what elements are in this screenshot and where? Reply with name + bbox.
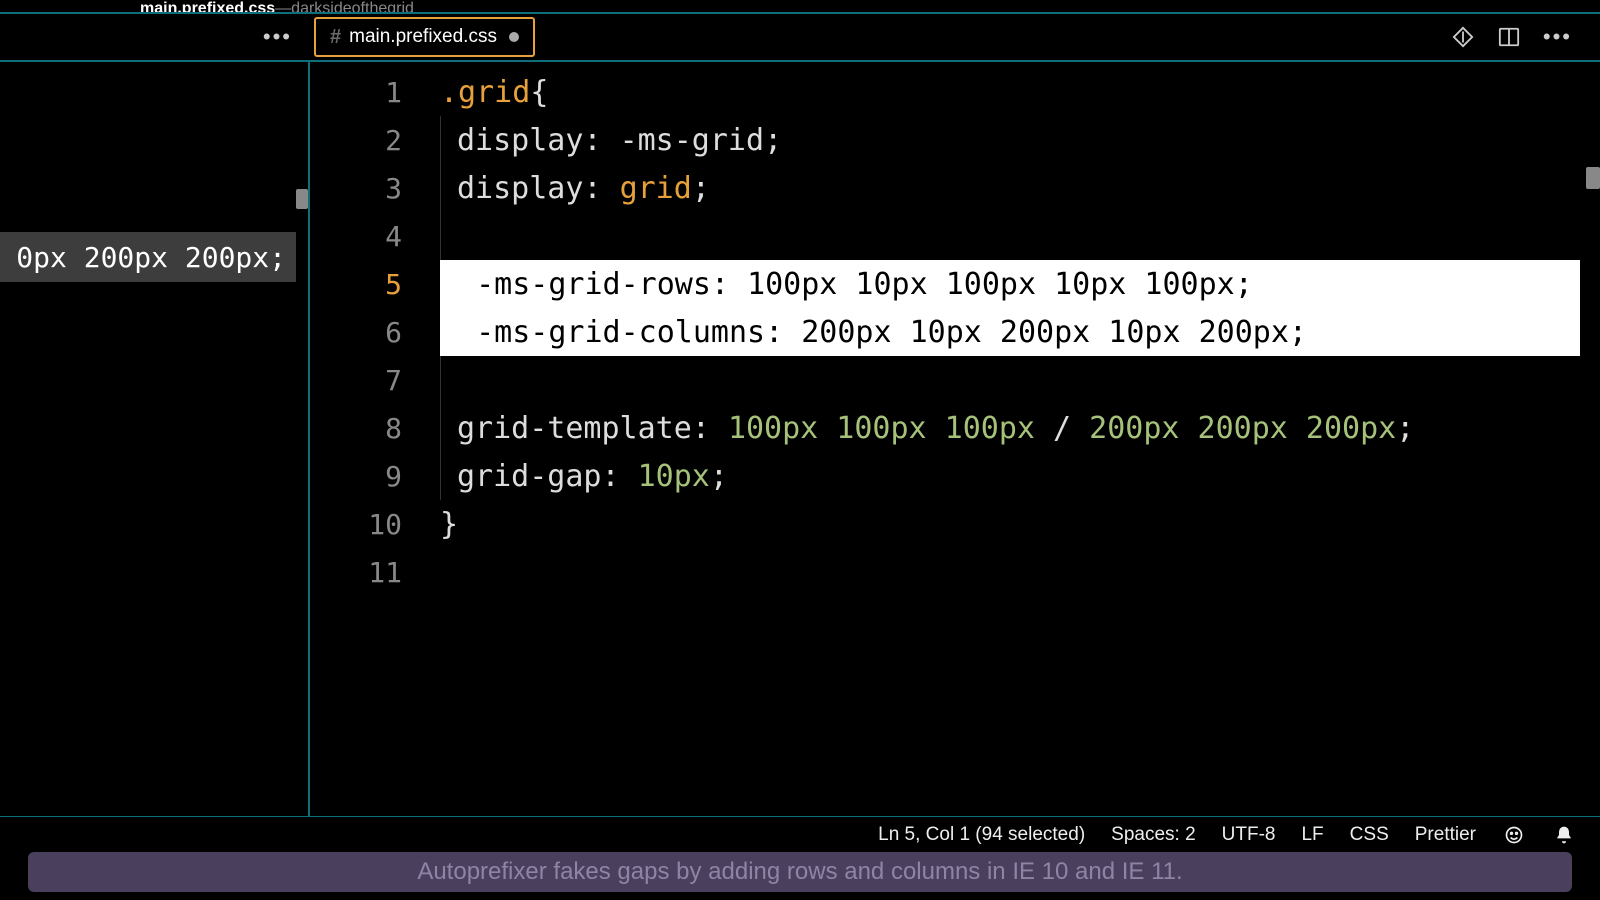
tok-value: 10px (638, 459, 710, 494)
tab-bar-right: ••• (1451, 24, 1600, 50)
line-number[interactable]: 6 (310, 308, 420, 356)
side-panel: 0px 200px 200px; (0, 62, 310, 816)
more-actions-icon[interactable]: ••• (263, 24, 292, 50)
tok-colon: : (583, 171, 619, 206)
unsaved-dot-icon (509, 32, 519, 42)
tok-property: display (457, 171, 583, 206)
tok-property: -ms-grid-rows (476, 267, 711, 302)
file-type-icon: # (330, 26, 341, 49)
status-indent[interactable]: Spaces: 2 (1111, 824, 1196, 846)
code-line[interactable]: grid-template : 100px 100px 100px / 200p… (440, 404, 1580, 452)
main-area: 0px 200px 200px; 1 2 3 4 5 6 7 8 9 10 11… (0, 62, 1600, 816)
tok-brace: } (440, 507, 458, 542)
tok-semicolon: ; (1396, 411, 1414, 446)
tok-slash: / (1035, 411, 1089, 446)
tok-property: grid-template (457, 411, 692, 446)
tok-property: display (457, 123, 583, 158)
tok-values: 100px 10px 100px 10px 100px (747, 267, 1235, 302)
code-line[interactable]: grid-gap : 10px ; (440, 452, 1580, 500)
indent-guide (440, 404, 441, 452)
window-titlebar: main.prefixed.css — darksideofthegrid (0, 0, 1600, 12)
tok-values: 200px 200px 200px (1089, 411, 1396, 446)
code-line-empty[interactable] (440, 212, 1580, 260)
code-content[interactable]: .grid { display : -ms-grid ; display : g… (440, 68, 1580, 816)
line-number[interactable]: 4 (310, 212, 420, 260)
bell-icon[interactable] (1552, 823, 1576, 847)
tok-value: -ms-grid (620, 123, 765, 158)
indent-guide (440, 212, 441, 260)
indent-space (440, 267, 476, 302)
source-control-icon[interactable] (1451, 25, 1475, 49)
side-scroll-handle[interactable] (296, 189, 308, 209)
tok-colon: : (583, 123, 619, 158)
line-number[interactable]: 3 (310, 164, 420, 212)
status-bar: Ln 5, Col 1 (94 selected) Spaces: 2 UTF-… (0, 816, 1600, 852)
caption-strip: Autoprefixer fakes gaps by adding rows a… (28, 852, 1572, 892)
line-number[interactable]: 11 (310, 548, 420, 596)
tok-colon: : (765, 315, 801, 350)
tok-values: 100px 100px 100px (728, 411, 1035, 446)
indent-guide (440, 452, 441, 500)
tab-filename: main.prefixed.css (349, 26, 497, 48)
status-encoding[interactable]: UTF-8 (1222, 824, 1276, 846)
code-line-selected[interactable]: -ms-grid-rows : 100px 10px 100px 10px 10… (440, 260, 1580, 308)
line-number-active[interactable]: 5 (310, 260, 420, 308)
tok-value: grid (620, 171, 692, 206)
titlebar-project: darksideofthegrid (291, 0, 414, 12)
tok-semicolon: ; (1235, 267, 1253, 302)
caption-text: Autoprefixer fakes gaps by adding rows a… (417, 858, 1182, 886)
line-number[interactable]: 1 (310, 68, 420, 116)
titlebar-sep: — (275, 0, 291, 12)
tok-semicolon: ; (764, 123, 782, 158)
line-number[interactable]: 2 (310, 116, 420, 164)
line-number[interactable]: 10 (310, 500, 420, 548)
indent-guide (440, 356, 441, 404)
indent-guide (440, 116, 441, 164)
line-number[interactable]: 7 (310, 356, 420, 404)
tok-semicolon: ; (692, 171, 710, 206)
code-line-empty[interactable] (440, 356, 1580, 404)
tok-colon: : (602, 459, 638, 494)
status-cursor-pos[interactable]: Ln 5, Col 1 (94 selected) (878, 824, 1085, 846)
code-line-empty[interactable] (440, 548, 1580, 596)
feedback-smile-icon[interactable] (1502, 823, 1526, 847)
tok-property: -ms-grid-columns (476, 315, 765, 350)
code-line-selected[interactable]: -ms-grid-columns : 200px 10px 200px 10px… (440, 308, 1580, 356)
code-line[interactable]: .grid { (440, 68, 1580, 116)
tok-brace: { (530, 75, 548, 110)
tok-selector: .grid (440, 75, 530, 110)
tok-values: 200px 10px 200px 10px 200px (801, 315, 1289, 350)
indent-space (440, 315, 476, 350)
code-editor[interactable]: 1 2 3 4 5 6 7 8 9 10 11 .grid { disp (310, 62, 1600, 816)
app-root: main.prefixed.css — darksideofthegrid ••… (0, 0, 1600, 900)
tok-colon: : (711, 267, 747, 302)
line-number[interactable]: 8 (310, 404, 420, 452)
indent-guide (440, 164, 441, 212)
status-formatter[interactable]: Prettier (1415, 824, 1476, 846)
tab-bar: ••• # main.prefixed.css ••• (0, 12, 1600, 62)
tab-bar-left: ••• (0, 24, 310, 50)
code-line[interactable]: } (440, 500, 1580, 548)
side-code-fragment: 0px 200px 200px; (0, 232, 296, 282)
split-editor-icon[interactable] (1497, 25, 1521, 49)
tok-property: grid-gap (457, 459, 602, 494)
editor-tab-active[interactable]: # main.prefixed.css (314, 17, 535, 57)
editor-scroll-handle[interactable] (1586, 167, 1600, 189)
line-number-gutter: 1 2 3 4 5 6 7 8 9 10 11 (310, 62, 420, 816)
titlebar-filename: main.prefixed.css (140, 0, 275, 12)
status-eol[interactable]: LF (1301, 824, 1323, 846)
code-line[interactable]: display : grid ; (440, 164, 1580, 212)
code-line[interactable]: display : -ms-grid ; (440, 116, 1580, 164)
status-language[interactable]: CSS (1350, 824, 1389, 846)
tok-semicolon: ; (710, 459, 728, 494)
tok-semicolon: ; (1289, 315, 1307, 350)
editor-more-icon[interactable]: ••• (1543, 24, 1572, 50)
line-number[interactable]: 9 (310, 452, 420, 500)
tok-colon: : (692, 411, 728, 446)
